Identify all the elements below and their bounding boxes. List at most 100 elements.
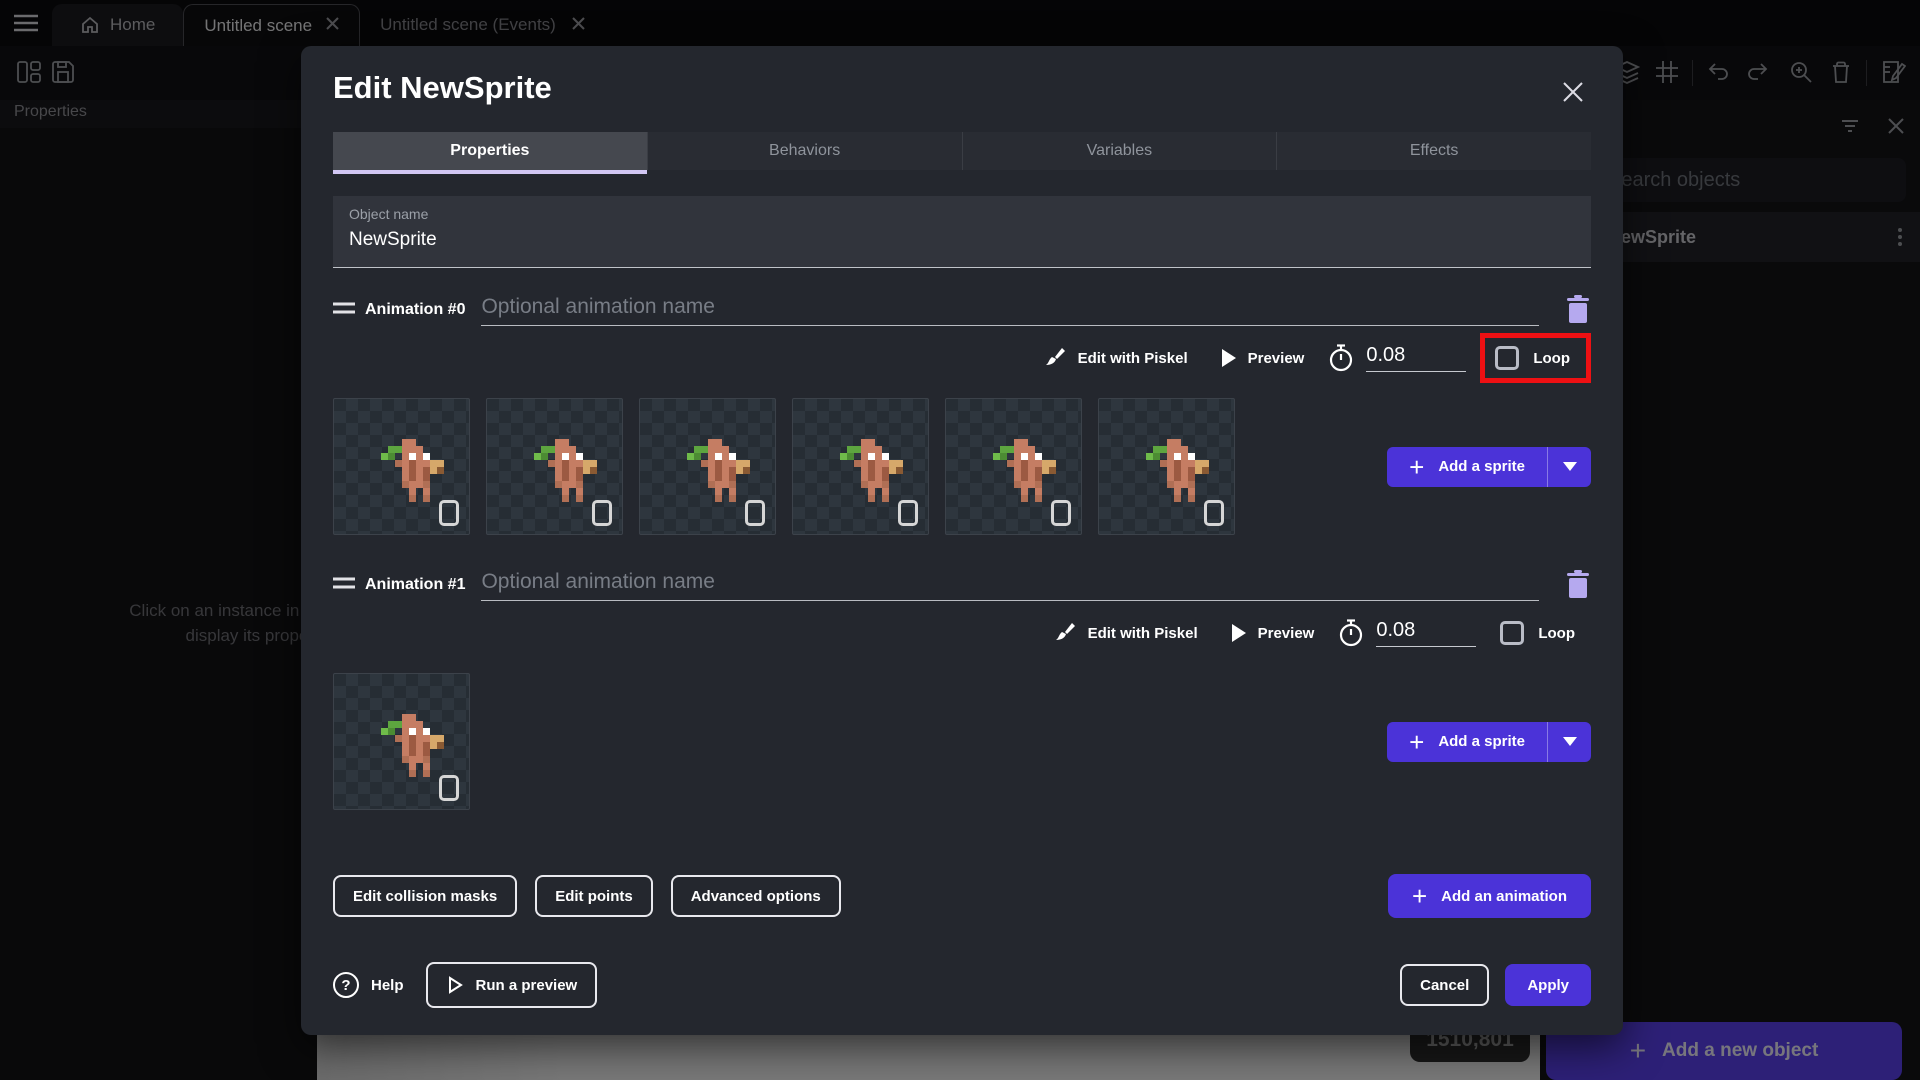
loop-label: Loop [1538, 624, 1575, 642]
drag-handle-icon[interactable] [333, 576, 357, 595]
animation-0-controls: Edit with Piskel Preview Loop [333, 332, 1591, 384]
sprite-image [680, 439, 687, 446]
sprite-frame-thumbnail[interactable] [945, 398, 1082, 535]
tab-properties[interactable]: Properties [333, 132, 648, 174]
animation-1-name-input[interactable] [481, 569, 1539, 601]
edit-with-piskel-button[interactable]: Edit with Piskel [1032, 346, 1198, 370]
edit-points-button[interactable]: Edit points [535, 875, 653, 917]
add-sprite-button[interactable]: + Add a sprite [1387, 721, 1591, 762]
add-sprite-label: Add a sprite [1438, 458, 1525, 475]
help-button[interactable]: ? Help [333, 972, 404, 998]
object-name-field[interactable]: Object name NewSprite [333, 196, 1591, 268]
sprite-image [374, 439, 381, 446]
plus-icon: + [1409, 726, 1425, 757]
object-name-value: NewSprite [349, 229, 437, 250]
animation-1-frames-row: + Add a sprite [333, 673, 1591, 810]
animation-1-controls: Edit with Piskel Preview Loop [333, 607, 1591, 659]
add-sprite-label: Add a sprite [1438, 733, 1525, 750]
tab-variables[interactable]: Variables [963, 132, 1278, 170]
time-between-frames-field [1328, 344, 1467, 372]
animation-1-header: Animation #1 [333, 563, 1591, 607]
run-preview-label: Run a preview [475, 976, 578, 994]
cancel-button[interactable]: Cancel [1400, 964, 1490, 1006]
loop-option-highlighted: Loop [1480, 333, 1591, 383]
time-between-frames-input[interactable] [1366, 344, 1467, 372]
play-outline-icon [448, 976, 463, 994]
animation-1-label: Animation #1 [365, 576, 466, 593]
loop-label: Loop [1533, 349, 1570, 367]
frame-select-checkbox[interactable] [745, 500, 765, 526]
stopwatch-icon [1340, 619, 1363, 647]
dialog-secondary-actions: Edit collision masks Edit points Advance… [333, 874, 1591, 918]
preview-button[interactable]: Preview [1212, 349, 1315, 367]
add-sprite-button[interactable]: + Add a sprite [1387, 446, 1591, 487]
trash-icon [1567, 295, 1589, 323]
advanced-options-button[interactable]: Advanced options [670, 875, 841, 917]
drag-handle-icon[interactable] [333, 301, 357, 320]
animation-0-label: Animation #0 [365, 301, 466, 318]
frame-select-checkbox[interactable] [1051, 500, 1071, 526]
chevron-down-icon [1562, 737, 1577, 746]
loop-checkbox[interactable] [1495, 346, 1520, 370]
animation-0-frames-row: + Add a sprite [333, 398, 1591, 535]
help-label: Help [371, 976, 404, 994]
tab-effects[interactable]: Effects [1277, 132, 1591, 170]
sprite-image [527, 439, 534, 446]
preview-button[interactable]: Preview [1222, 624, 1325, 642]
time-between-frames-input[interactable] [1376, 619, 1477, 647]
add-animation-button[interactable]: + Add an animation [1387, 874, 1591, 918]
apply-button[interactable]: Apply [1505, 964, 1591, 1006]
plus-icon: + [1411, 881, 1428, 911]
animation-0-header: Animation #0 [333, 288, 1591, 332]
close-dialog-button[interactable] [1559, 78, 1587, 106]
chevron-down-icon [1562, 462, 1577, 471]
edit-sprite-dialog: Edit NewSprite Properties Behaviors Vari… [301, 46, 1623, 1035]
edit-with-piskel-label: Edit with Piskel [1087, 624, 1198, 642]
preview-label: Preview [1247, 349, 1305, 367]
sprite-frame-thumbnail[interactable] [486, 398, 623, 535]
edit-collision-masks-button[interactable]: Edit collision masks [333, 875, 518, 917]
sprite-frame-thumbnail[interactable] [639, 398, 776, 535]
edit-with-piskel-button[interactable]: Edit with Piskel [1042, 621, 1208, 645]
sprite-image [1139, 439, 1146, 446]
sprite-frame-thumbnail[interactable] [792, 398, 929, 535]
tab-behaviors[interactable]: Behaviors [648, 132, 963, 170]
frame-select-checkbox[interactable] [1204, 500, 1224, 526]
dialog-tab-bar: Properties Behaviors Variables Effects [333, 132, 1591, 174]
loop-option: Loop [1490, 613, 1591, 653]
delete-animation-0-button[interactable] [1565, 295, 1591, 325]
dialog-footer: ? Help Run a preview Cancel Apply [333, 962, 1591, 1008]
edit-with-piskel-label: Edit with Piskel [1077, 349, 1188, 367]
brush-icon [1055, 623, 1075, 640]
sprite-image [986, 439, 993, 446]
sprite-frame-thumbnail[interactable] [1098, 398, 1235, 535]
stopwatch-icon [1330, 344, 1353, 372]
close-icon [1563, 82, 1583, 102]
brush-icon [1045, 348, 1065, 365]
preview-label: Preview [1257, 624, 1315, 642]
sprite-image [833, 439, 840, 446]
delete-animation-1-button[interactable] [1565, 570, 1591, 600]
add-sprite-dropdown-button[interactable] [1547, 721, 1591, 762]
sprite-image [374, 714, 381, 721]
dialog-title: Edit NewSprite [333, 70, 552, 105]
sprite-frame-thumbnail[interactable] [333, 398, 470, 535]
plus-icon: + [1409, 451, 1425, 482]
play-icon [1231, 624, 1246, 642]
animation-0-name-input[interactable] [481, 294, 1539, 326]
run-preview-button[interactable]: Run a preview [425, 962, 598, 1008]
trash-icon [1567, 570, 1589, 598]
time-between-frames-field [1338, 619, 1477, 647]
frame-select-checkbox[interactable] [592, 500, 612, 526]
play-icon [1221, 349, 1236, 367]
add-animation-label: Add an animation [1441, 887, 1567, 905]
frame-select-checkbox[interactable] [439, 500, 459, 526]
frame-list [333, 673, 470, 810]
object-name-label: Object name [349, 206, 429, 222]
frame-select-checkbox[interactable] [898, 500, 918, 526]
add-sprite-dropdown-button[interactable] [1547, 446, 1591, 487]
frame-select-checkbox[interactable] [439, 775, 459, 801]
help-icon: ? [333, 972, 359, 998]
loop-checkbox[interactable] [1500, 621, 1525, 645]
sprite-frame-thumbnail[interactable] [333, 673, 470, 810]
